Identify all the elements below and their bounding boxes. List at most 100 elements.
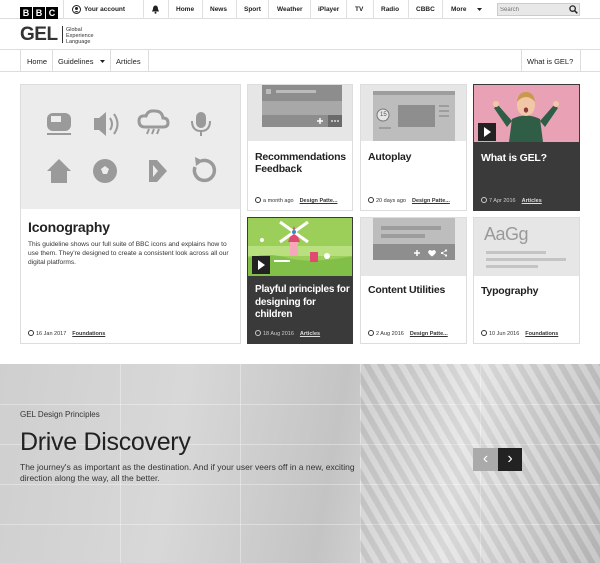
card-footer: 16 Jan 2017 Foundations [28, 330, 105, 337]
clock-icon [255, 330, 261, 336]
card-title: Recommendations Feedback [255, 151, 346, 175]
card-autoplay[interactable]: 15 Autoplay 20 days ago Design Patte... [360, 84, 467, 211]
card-what-is-gel[interactable]: What is GEL? 7 Apr 2016 Articles [473, 84, 580, 211]
carousel-prev-button[interactable]: ‹ [473, 448, 498, 471]
home-icon [47, 159, 71, 183]
nav-cbbc[interactable]: CBBC [416, 6, 435, 13]
nav-more[interactable]: More [451, 6, 467, 13]
cloud-rain-icon [137, 109, 170, 135]
feedback-illustration [262, 85, 342, 127]
card-footer: 20 days ago Design Patte... [368, 197, 450, 204]
microphone-icon [191, 112, 211, 136]
clock-icon [368, 330, 374, 336]
card-title: What is GEL? [481, 152, 547, 164]
nav-radio[interactable]: Radio [381, 6, 399, 13]
card-date: 20 days ago [376, 198, 406, 204]
content-utilities-illustration [373, 218, 455, 260]
caret-down-icon [477, 8, 482, 11]
text-line [486, 265, 538, 268]
card-date: 10 Jun 2016 [489, 331, 520, 337]
subnav-articles[interactable]: Articles [116, 57, 141, 66]
divider [236, 0, 237, 19]
bbc-logo[interactable]: BBC [20, 3, 60, 19]
card-date: 18 Aug 2016 [263, 331, 294, 337]
nav-home[interactable]: Home [176, 6, 194, 13]
subnav-guidelines[interactable]: Guidelines [58, 57, 93, 66]
play-button[interactable] [252, 256, 270, 274]
autoplay-thumbnail: 15 [361, 85, 466, 141]
refresh-icon [192, 157, 217, 183]
clock-icon [481, 197, 487, 203]
card-title: Iconography [28, 219, 110, 235]
divider [143, 0, 144, 19]
card-date: 2 Aug 2016 [376, 331, 404, 337]
card-tag-link[interactable]: Design Patte... [412, 198, 450, 204]
nav-iplayer[interactable]: iPlayer [318, 6, 339, 13]
nav-news[interactable]: News [210, 6, 227, 13]
clock-icon [255, 197, 261, 203]
gel-header: GEL Global Experience Language [0, 20, 600, 50]
card-playful-principles[interactable]: Playful principles for designing for chi… [247, 217, 353, 344]
search-box[interactable] [497, 3, 580, 16]
global-top-bar: BBC Your account Home News Sport Weather… [0, 0, 600, 19]
card-date: 7 Apr 2016 [489, 198, 516, 204]
card-footer: 18 Aug 2016 Articles [255, 330, 320, 337]
divider [268, 0, 269, 19]
card-footer: 2 Aug 2016 Design Patte... [368, 330, 448, 337]
account-label: Your account [84, 6, 126, 13]
subnav-what-is-gel[interactable]: What is GEL? [527, 57, 573, 66]
divider [310, 0, 311, 19]
hero-title: Drive Discovery [20, 428, 191, 456]
card-title: Content Utilities [368, 284, 446, 296]
recommendations-thumbnail [248, 85, 352, 141]
card-footer: 10 Jun 2016 Foundations [481, 330, 558, 337]
nav-tv[interactable]: TV [355, 6, 363, 13]
design-principles-hero: GEL Design Principles Drive Discovery Th… [0, 364, 600, 563]
card-date: a month ago [263, 198, 294, 204]
card-tag-link[interactable]: Articles [300, 331, 320, 337]
card-recommendations-feedback[interactable]: Recommendations Feedback a month ago Desi… [247, 84, 353, 211]
countdown-badge: 15 [380, 112, 387, 118]
bbc-logo-letter: B [33, 7, 45, 19]
nav-sport[interactable]: Sport [244, 6, 261, 13]
bbc-logo-letter: C [46, 7, 58, 19]
card-iconography[interactable]: Iconography This guideline shows our ful… [20, 84, 241, 344]
search-icon[interactable] [569, 5, 578, 14]
divider [110, 50, 111, 72]
card-title: Autoplay [368, 151, 412, 163]
notifications-bell-icon[interactable] [151, 5, 160, 14]
play-button[interactable] [478, 123, 496, 141]
card-tag-link[interactable]: Design Patte... [300, 198, 338, 204]
carousel-next-button[interactable]: › [498, 448, 522, 471]
card-typography[interactable]: AaGg Typography 10 Jun 2016 Foundations [473, 217, 580, 344]
hero-description: The journey's as important as the destin… [20, 462, 355, 483]
text-line [486, 251, 546, 254]
typography-thumbnail: AaGg [474, 218, 579, 276]
user-icon [72, 5, 81, 14]
logo-divider [62, 26, 63, 43]
gel-logo[interactable]: GEL [20, 24, 58, 46]
card-tag-link[interactable]: Articles [522, 198, 542, 204]
card-tag-link[interactable]: Foundations [72, 331, 105, 337]
content-utilities-thumbnail [361, 218, 466, 276]
card-tag-link[interactable]: Foundations [525, 331, 558, 337]
clock-icon [28, 330, 34, 336]
divider [20, 50, 21, 72]
text-line [486, 258, 566, 261]
clock-icon [368, 197, 374, 203]
divider [521, 50, 522, 72]
subnav-home[interactable]: Home [27, 57, 47, 66]
card-footer: a month ago Design Patte... [255, 197, 337, 204]
search-input[interactable] [500, 5, 565, 15]
card-content-utilities[interactable]: Content Utilities 2 Aug 2016 Design Patte… [360, 217, 467, 344]
sub-navigation: Home Guidelines Articles What is GEL? [0, 50, 600, 72]
nav-weather[interactable]: Weather [277, 6, 303, 13]
card-tag-link[interactable]: Design Patte... [410, 331, 448, 337]
divider [63, 0, 64, 19]
hero-subtitle: GEL Design Principles [20, 410, 100, 419]
card-footer: 7 Apr 2016 Articles [481, 197, 542, 204]
divider [580, 50, 581, 72]
icon-grid-illustration [47, 109, 217, 183]
divider [346, 0, 347, 19]
account-link[interactable]: Your account [72, 4, 132, 16]
